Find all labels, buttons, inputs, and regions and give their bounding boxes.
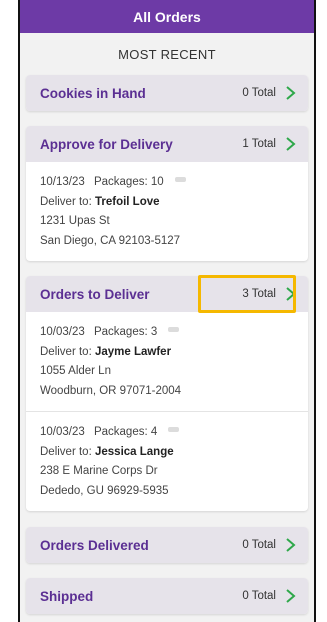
recipient-name: Trefoil Love xyxy=(94,195,160,208)
order-list-item[interactable]: 10/13/23 Packages: 10 Deliver to: Trefoi… xyxy=(26,162,308,261)
order-street: 1231 Upas St xyxy=(40,215,110,227)
order-list-item[interactable]: 10/03/23 Packages: 3 Deliver to: Jayme L… xyxy=(26,312,308,411)
order-status-badge xyxy=(168,327,180,332)
order-list-item[interactable]: 10/03/23 Packages: 4 Deliver to: Jessica… xyxy=(26,411,308,511)
page-title: All Orders xyxy=(133,8,201,25)
chevron-right-icon[interactable] xyxy=(284,137,296,151)
order-packages: Packages: 4 xyxy=(93,426,158,438)
section-title: Orders Delivered xyxy=(40,537,149,553)
order-city: Woodburn, OR 97071-2004 xyxy=(40,384,182,397)
chevron-right-icon[interactable] xyxy=(284,287,296,301)
section-header-cookies-in-hand[interactable]: Cookies in Hand 0 Total xyxy=(26,75,308,111)
section-orders-delivered: Orders Delivered 0 Total xyxy=(26,527,308,563)
deliver-to-label: Deliver to: xyxy=(40,195,92,208)
section-approve-for-delivery: Approve for Delivery 1 Total 10/13/23 Pa… xyxy=(26,126,308,261)
section-header-orders-delivered[interactable]: Orders Delivered 0 Total xyxy=(26,527,308,563)
section-cookies-in-hand: Cookies in Hand 0 Total xyxy=(26,75,308,111)
order-street: 1055 Alder Ln xyxy=(40,365,111,377)
recipient-name: Jayme Lawfer xyxy=(94,345,172,358)
section-total: 1 Total xyxy=(242,138,276,150)
section-header-orders-to-deliver[interactable]: Orders to Deliver 3 Total xyxy=(26,276,308,312)
chevron-right-icon[interactable] xyxy=(284,86,296,100)
order-meta: 10/03/23 Packages: 3 xyxy=(40,323,294,343)
section-orders-to-deliver: Orders to Deliver 3 Total 10/03/23 Packa… xyxy=(26,276,308,511)
order-status-badge xyxy=(168,427,180,432)
order-date: 10/13/23 xyxy=(40,176,85,188)
section-total: 3 Total xyxy=(242,288,276,300)
order-meta: 10/13/23 Packages: 10 xyxy=(40,173,294,193)
order-city: Dededo, GU 96929-5935 xyxy=(40,484,169,497)
app-frame: All Orders MOST RECENT Cookies in Hand 0… xyxy=(18,0,316,622)
order-date: 10/03/23 xyxy=(40,426,85,438)
section-title: Cookies in Hand xyxy=(40,85,146,101)
page-header: All Orders xyxy=(20,0,314,33)
order-date: 10/03/23 xyxy=(40,326,85,338)
order-status-badge xyxy=(174,177,186,182)
order-street: 238 E Marine Corps Dr xyxy=(40,465,158,477)
order-deliver-to: Deliver to: Jayme Lawfer xyxy=(40,343,294,363)
section-total: 0 Total xyxy=(242,590,276,602)
order-meta: 10/03/23 Packages: 4 xyxy=(40,423,294,443)
section-header-shipped[interactable]: Shipped 0 Total xyxy=(26,578,308,614)
order-deliver-to: Deliver to: Trefoil Love xyxy=(40,193,294,213)
section-total: 0 Total xyxy=(242,539,276,551)
recipient-name: Jessica Lange xyxy=(94,445,174,458)
section-total: 0 Total xyxy=(242,87,276,99)
section-header-approve-for-delivery[interactable]: Approve for Delivery 1 Total xyxy=(26,126,308,162)
section-title: Shipped xyxy=(40,588,94,604)
chevron-right-icon[interactable] xyxy=(284,538,296,552)
section-title: Orders to Deliver xyxy=(40,286,150,302)
deliver-to-label: Deliver to: xyxy=(40,445,92,458)
order-city: San Diego, CA 92103-5127 xyxy=(40,234,181,247)
sort-filter-text: MOST RECENT xyxy=(118,46,216,62)
chevron-right-icon[interactable] xyxy=(284,589,296,603)
order-packages: Packages: 3 xyxy=(93,326,158,338)
deliver-to-label: Deliver to: xyxy=(40,345,92,358)
sort-filter-label[interactable]: MOST RECENT xyxy=(20,33,314,75)
section-title: Approve for Delivery xyxy=(40,136,173,152)
order-packages: Packages: 10 xyxy=(93,176,164,188)
section-shipped: Shipped 0 Total xyxy=(26,578,308,614)
order-deliver-to: Deliver to: Jessica Lange xyxy=(40,443,294,463)
